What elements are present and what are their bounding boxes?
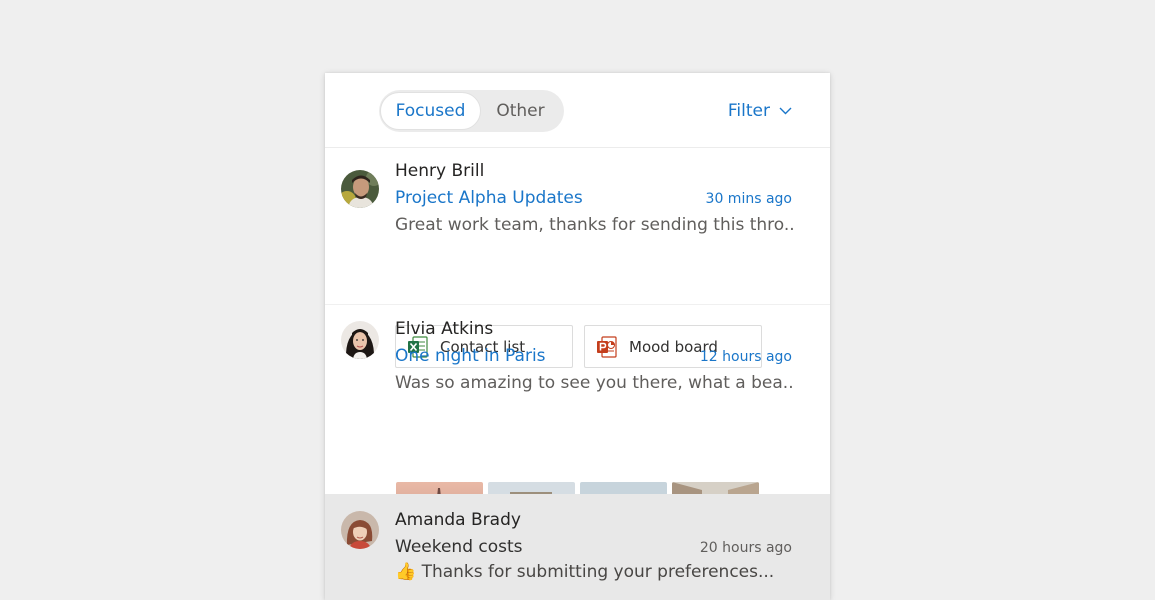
message-subject: Project Alpha Updates xyxy=(395,188,583,208)
message-preview: Was so amazing to see you there, what a … xyxy=(395,373,795,393)
message-time: 20 hours ago xyxy=(699,540,792,556)
sender-name: Henry Brill xyxy=(395,161,485,181)
message-time: 12 hours ago xyxy=(699,349,792,365)
sender-name: Amanda Brady xyxy=(395,510,521,530)
message-preview: 👍 Thanks for submitting your preferences… xyxy=(395,562,775,582)
message-subject: Weekend costs xyxy=(395,537,523,557)
message-preview: Great work team, thanks for sending this… xyxy=(395,215,795,235)
tab-other[interactable]: Other xyxy=(483,92,558,130)
chevron-down-icon xyxy=(779,107,792,115)
filter-label: Filter xyxy=(727,101,770,121)
sender-name: Elvia Atkins xyxy=(395,319,494,339)
avatar xyxy=(341,511,379,549)
filter-button[interactable]: Filter xyxy=(728,100,792,122)
message-time: 30 mins ago xyxy=(705,191,792,207)
avatar xyxy=(341,170,379,208)
avatar xyxy=(341,321,379,359)
tab-focused[interactable]: Focused xyxy=(380,92,481,130)
message-list-pane: Focused Other Filter Henry Brill Project… xyxy=(325,73,830,600)
message-item[interactable]: Elvia Atkins One night in Paris 12 hours… xyxy=(325,306,830,547)
message-subject: One night in Paris xyxy=(395,346,546,366)
message-item[interactable]: Henry Brill Project Alpha Updates 30 min… xyxy=(325,149,830,368)
message-list-header: Focused Other Filter xyxy=(325,73,830,148)
inbox-pivot: Focused Other xyxy=(379,90,564,132)
message-item-selected[interactable]: Amanda Brady Weekend costs 20 hours ago … xyxy=(325,494,830,600)
